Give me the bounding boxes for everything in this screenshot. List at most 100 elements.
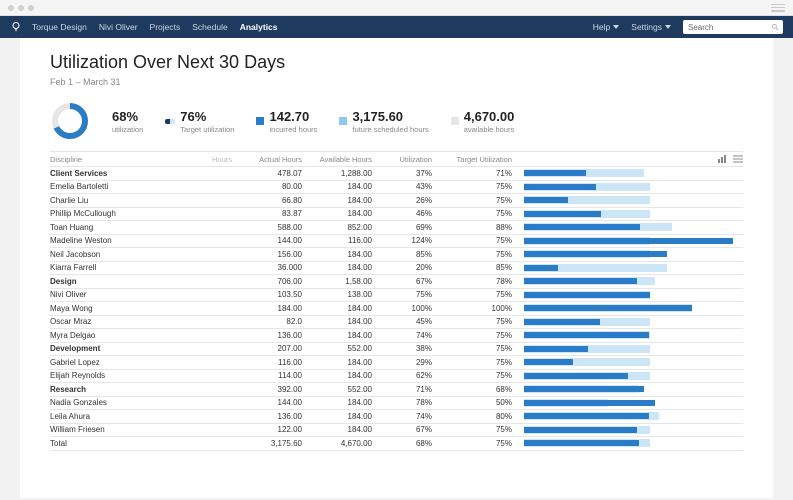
- row-name: William Friesen: [50, 425, 240, 434]
- table-row[interactable]: Myra Delgao136.00184.0074%75%: [50, 329, 743, 343]
- row-target: 75%: [440, 358, 520, 367]
- table-row[interactable]: Kiarra Farrell36.000184.0020%85%: [50, 262, 743, 276]
- row-bar-chart: [524, 277, 743, 286]
- col-utilization[interactable]: Utilization: [380, 155, 440, 164]
- breadcrumb-item[interactable]: Projects: [150, 22, 181, 32]
- breadcrumb-item[interactable]: Torque Design: [32, 22, 87, 32]
- window-controls[interactable]: [8, 5, 34, 11]
- row-target: 75%: [440, 331, 520, 340]
- table-row[interactable]: Madeline Weston144.00116.00124%75%: [50, 235, 743, 249]
- row-actual: 114.00: [240, 371, 310, 380]
- settings-label: Settings: [631, 22, 662, 32]
- stat-value: 76%: [180, 109, 206, 124]
- col-actual[interactable]: Actual Hours: [240, 155, 310, 164]
- row-actual: 136.00: [240, 412, 310, 421]
- row-available: 184.00: [310, 412, 380, 421]
- row-bar-chart: [524, 412, 743, 421]
- search-input[interactable]: Search: [683, 20, 783, 34]
- row-bar-chart: [524, 358, 743, 367]
- row-available: 184.00: [310, 398, 380, 407]
- table-row[interactable]: Nivi Oliver103.50138.0075%75%: [50, 289, 743, 303]
- stat-value: 68%: [112, 109, 138, 124]
- table-header: Discipline Hours Actual Hours Available …: [50, 151, 743, 167]
- row-name: Phillip McCullough: [50, 209, 240, 218]
- table-row[interactable]: Oscar Mraz82.0184.0045%75%: [50, 316, 743, 330]
- row-actual: 184.00: [240, 304, 310, 313]
- row-bar-chart: [524, 317, 743, 326]
- row-util: 74%: [380, 331, 440, 340]
- page-title: Utilization Over Next 30 Days: [50, 52, 743, 73]
- row-available: 184.00: [310, 250, 380, 259]
- table-row[interactable]: Neil Jacobson156.00184.0085%75%: [50, 248, 743, 262]
- table-row[interactable]: Phillip McCullough83.87184.0046%75%: [50, 208, 743, 222]
- row-bar-chart: [524, 250, 743, 259]
- table-row[interactable]: Total3,175.604,670.0068%75%: [50, 437, 743, 451]
- row-target: 75%: [440, 290, 520, 299]
- row-actual: 66.80: [240, 196, 310, 205]
- breadcrumb-item[interactable]: Schedule: [192, 22, 227, 32]
- row-name: Total: [50, 439, 240, 448]
- row-available: 138.00: [310, 290, 380, 299]
- table-row[interactable]: Leila Ahura136.00184.0074%80%: [50, 410, 743, 424]
- list-view-icon[interactable]: [733, 155, 743, 163]
- row-available: 1,288.00: [310, 169, 380, 178]
- stat-value: 3,175.60: [352, 109, 403, 124]
- row-actual: 36.000: [240, 263, 310, 272]
- breadcrumb-item[interactable]: Nivi Oliver: [99, 22, 138, 32]
- table-row[interactable]: William Friesen122.00184.0067%75%: [50, 424, 743, 438]
- row-name: Maya Wong: [50, 304, 240, 313]
- table-row[interactable]: Elijah Reynolds114.00184.0062%75%: [50, 370, 743, 384]
- row-bar-chart: [524, 439, 743, 448]
- breadcrumb: Torque Design Nivi Oliver Projects Schedule…: [32, 22, 278, 32]
- table-row[interactable]: Research392.00552.0071%68%: [50, 383, 743, 397]
- app-logo-icon[interactable]: [10, 21, 22, 33]
- row-available: 1,58.00: [310, 277, 380, 286]
- table-row[interactable]: Maya Wong184.00184.00100%100%: [50, 302, 743, 316]
- col-available[interactable]: Available Hours: [310, 155, 380, 164]
- row-available: 116.00: [310, 236, 380, 245]
- utilization-table: Discipline Hours Actual Hours Available …: [50, 151, 743, 451]
- row-target: 75%: [440, 196, 520, 205]
- menu-icon[interactable]: [771, 4, 785, 12]
- col-target[interactable]: Target Utilization: [440, 155, 520, 164]
- row-util: 67%: [380, 277, 440, 286]
- summary-stat: 142.70incurred hours: [256, 109, 317, 134]
- row-available: 552.00: [310, 344, 380, 353]
- table-row[interactable]: Nadia Gonzales144.00184.0078%50%: [50, 397, 743, 411]
- maximize-icon[interactable]: [28, 5, 34, 11]
- row-target: 100%: [440, 304, 520, 313]
- minimize-icon[interactable]: [18, 5, 24, 11]
- table-row[interactable]: Client Services478.071,288.0037%71%: [50, 167, 743, 181]
- table-row[interactable]: Emelia Bartoletti80.00184.0043%75%: [50, 181, 743, 195]
- row-target: 75%: [440, 425, 520, 434]
- row-actual: 136.00: [240, 331, 310, 340]
- row-available: 184.00: [310, 425, 380, 434]
- table-row[interactable]: Charlie Liu66.80184.0026%75%: [50, 194, 743, 208]
- table-row[interactable]: Gabriel Lopez116.00184.0029%75%: [50, 356, 743, 370]
- table-row[interactable]: Design706.001,58.0067%78%: [50, 275, 743, 289]
- help-menu[interactable]: Help: [593, 22, 619, 32]
- row-name: Kiarra Farrell: [50, 263, 240, 272]
- settings-menu[interactable]: Settings: [631, 22, 671, 32]
- row-actual: 144.00: [240, 236, 310, 245]
- row-available: 184.00: [310, 317, 380, 326]
- chevron-down-icon: [613, 25, 619, 29]
- table-row[interactable]: Toan Huang588.00852.0069%88%: [50, 221, 743, 235]
- col-discipline[interactable]: Discipline: [50, 155, 82, 164]
- row-actual: 103.50: [240, 290, 310, 299]
- chart-view-icon[interactable]: [718, 155, 728, 163]
- row-target: 80%: [440, 412, 520, 421]
- row-name: Neil Jacobson: [50, 250, 240, 259]
- stat-label: available hours: [464, 125, 515, 134]
- breadcrumb-item[interactable]: Analytics: [240, 22, 278, 32]
- row-available: 4,670.00: [310, 439, 380, 448]
- row-available: 184.00: [310, 182, 380, 191]
- close-icon[interactable]: [8, 5, 14, 11]
- table-row[interactable]: Development207.00552.0038%75%: [50, 343, 743, 357]
- row-name: Leila Ahura: [50, 412, 240, 421]
- row-util: 46%: [380, 209, 440, 218]
- row-util: 20%: [380, 263, 440, 272]
- row-util: 68%: [380, 439, 440, 448]
- row-target: 75%: [440, 439, 520, 448]
- row-util: 62%: [380, 371, 440, 380]
